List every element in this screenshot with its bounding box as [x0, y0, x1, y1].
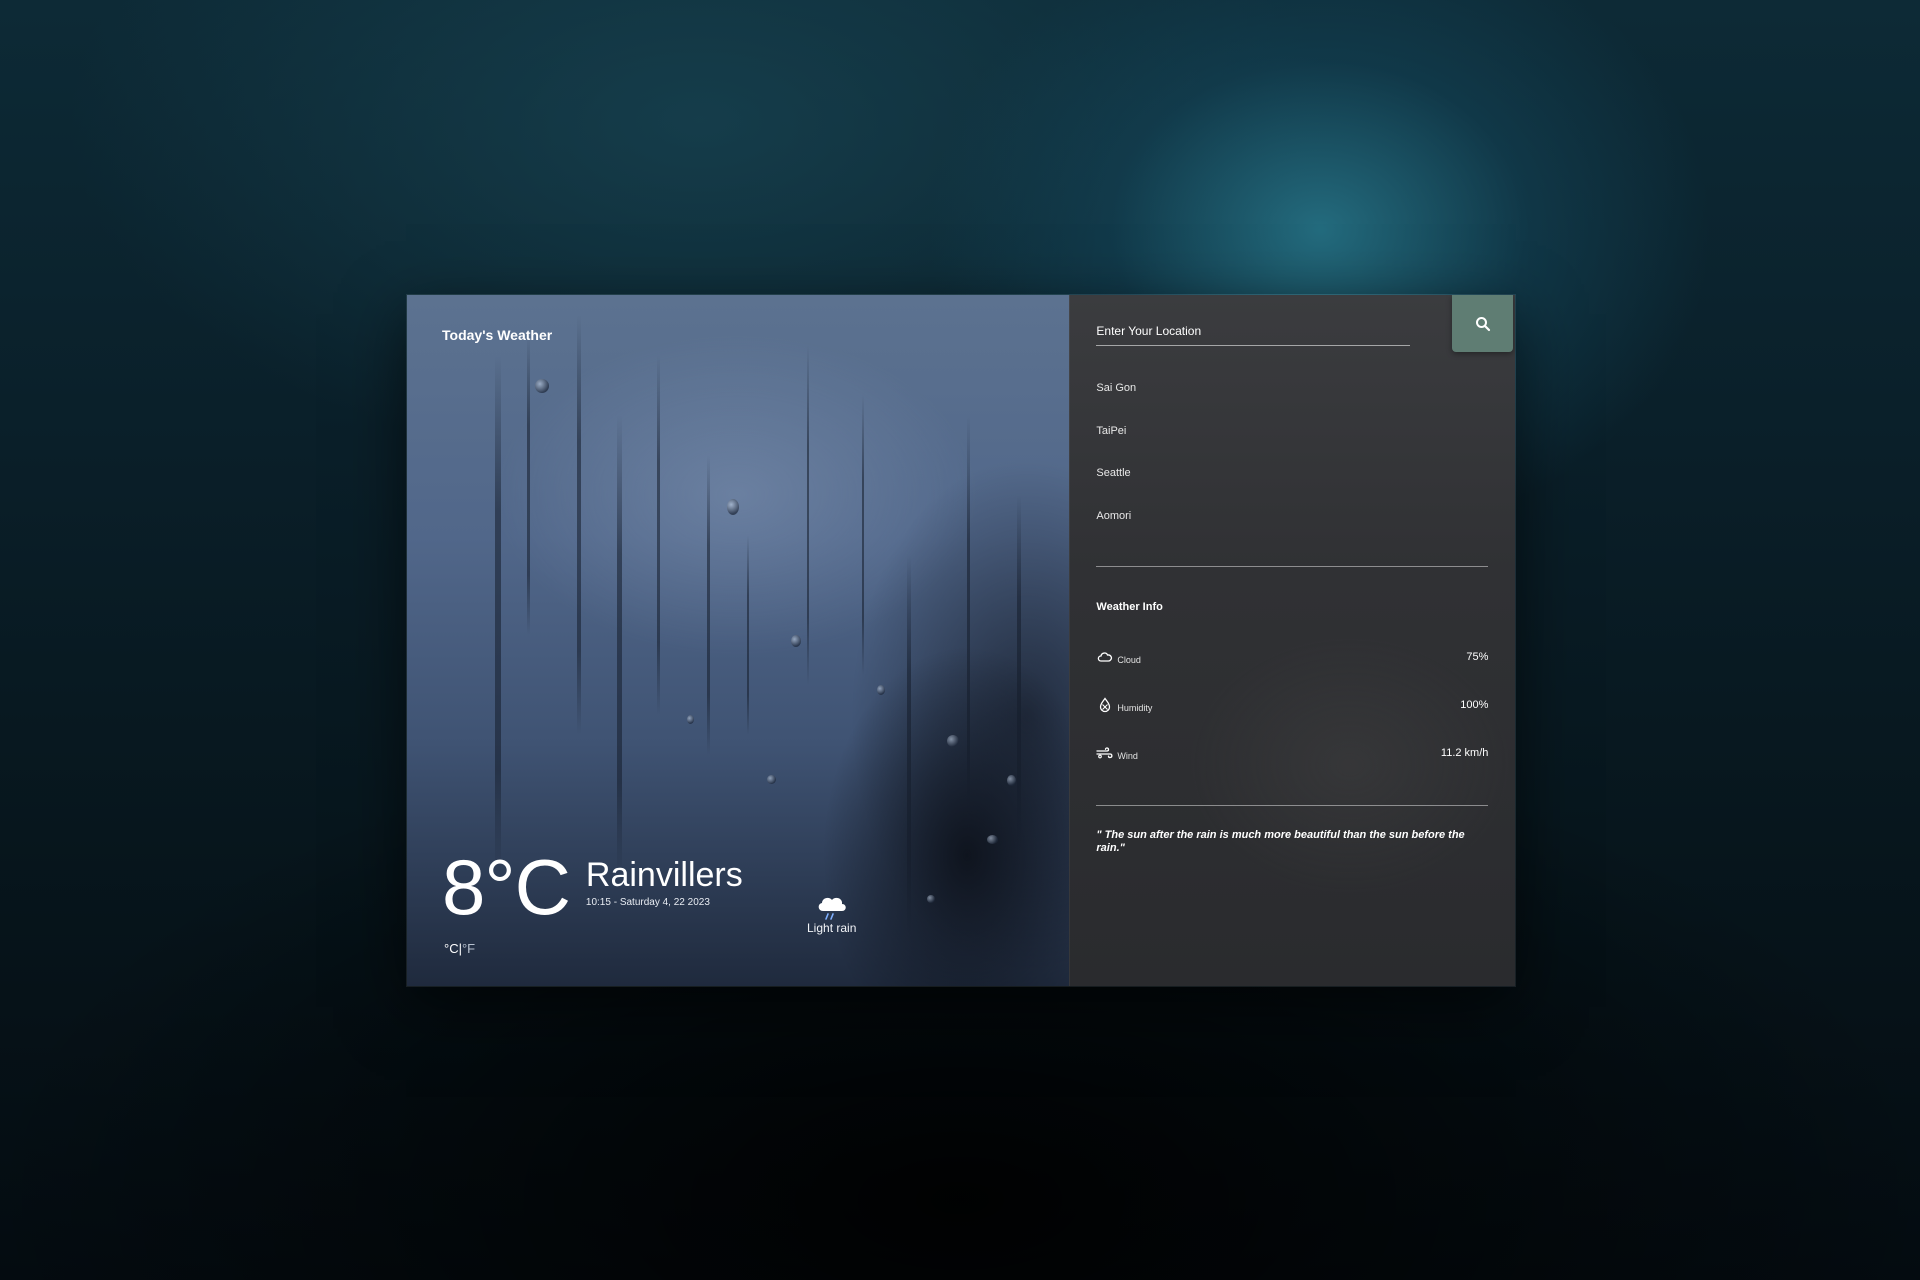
rain-streak-decoration — [967, 415, 970, 835]
wind-icon — [1096, 747, 1113, 759]
rain-streak-decoration — [807, 345, 809, 685]
panel-heading: Today's Weather — [442, 327, 553, 343]
info-row-cloud: Cloud 75% — [1096, 649, 1488, 673]
humidity-icon — [1100, 697, 1111, 713]
rain-streak-decoration — [1017, 495, 1021, 855]
search-bar — [1096, 295, 1515, 355]
info-value: 11.2 km/h — [1440, 747, 1489, 759]
info-value: 100% — [1460, 699, 1489, 711]
temperature-value: 8°C — [442, 843, 571, 931]
condition-summary: Light rain — [807, 893, 856, 935]
raindrop-decoration — [535, 379, 549, 393]
rain-streak-decoration — [577, 315, 581, 735]
recent-cities-list: Sai Gon TaiPei Seattle Aomori — [1096, 381, 1136, 551]
info-row-wind: Wind 11.2 km/h — [1096, 745, 1488, 769]
unit-toggle: °C|°F — [444, 941, 475, 956]
info-label: Humidity — [1117, 703, 1153, 713]
city-item-taipei[interactable]: TaiPei — [1096, 424, 1136, 467]
info-label: Wind — [1117, 751, 1138, 761]
condition-text: Light rain — [807, 921, 857, 935]
sidebar-panel: Sai Gon TaiPei Seattle Aomori Weather In… — [1069, 295, 1515, 986]
rain-streak-decoration — [495, 355, 501, 875]
raindrop-decoration — [947, 735, 959, 747]
raindrop-decoration — [767, 775, 776, 784]
weather-info-title: Weather Info — [1096, 601, 1163, 613]
rain-streak-decoration — [527, 335, 530, 635]
celsius-toggle[interactable]: °C — [444, 941, 459, 956]
raindrop-decoration — [1007, 775, 1016, 786]
city-item-sai-gon[interactable]: Sai Gon — [1096, 381, 1136, 424]
rain-streak-decoration — [657, 355, 660, 715]
divider — [1096, 805, 1489, 806]
rain-streak-decoration — [862, 395, 864, 675]
location-group: Rainvillers 10:15 - Saturday 4, 22 2023 — [586, 855, 743, 908]
city-item-aomori[interactable]: Aomori — [1096, 509, 1136, 552]
cloud-icon — [1098, 652, 1113, 662]
rain-streak-decoration — [617, 415, 622, 875]
fahrenheit-toggle[interactable]: °F — [462, 941, 475, 956]
raindrop-decoration — [877, 685, 885, 695]
current-weather-panel: Today's Weather 8°C Rainvillers 10:15 - … — [407, 295, 1070, 986]
search-button[interactable] — [1452, 295, 1513, 352]
city-item-seattle[interactable]: Seattle — [1096, 466, 1136, 509]
raindrop-decoration — [987, 835, 998, 844]
weather-card: Today's Weather 8°C Rainvillers 10:15 - … — [406, 294, 1516, 987]
info-value: 75% — [1466, 651, 1489, 663]
rain-streak-decoration — [907, 555, 911, 935]
info-row-humidity: Humidity 100% — [1096, 697, 1488, 721]
date-time: 10:15 - Saturday 4, 22 2023 — [585, 897, 710, 908]
current-conditions: 8°C Rainvillers 10:15 - Saturday 4, 22 2… — [442, 847, 743, 927]
location-search-input[interactable] — [1096, 321, 1411, 346]
cloud-rain-icon — [818, 897, 846, 920]
weather-quote: " The sun after the rain is much more be… — [1096, 829, 1465, 854]
rain-streak-decoration — [747, 535, 749, 735]
info-label: Cloud — [1117, 655, 1141, 665]
raindrop-decoration — [791, 635, 801, 647]
raindrop-decoration — [727, 499, 739, 515]
raindrop-decoration — [687, 715, 694, 724]
raindrop-decoration — [927, 895, 935, 903]
search-icon — [1475, 316, 1490, 331]
city-name: Rainvillers — [585, 856, 743, 894]
divider — [1096, 566, 1489, 567]
rain-streak-decoration — [707, 455, 710, 755]
